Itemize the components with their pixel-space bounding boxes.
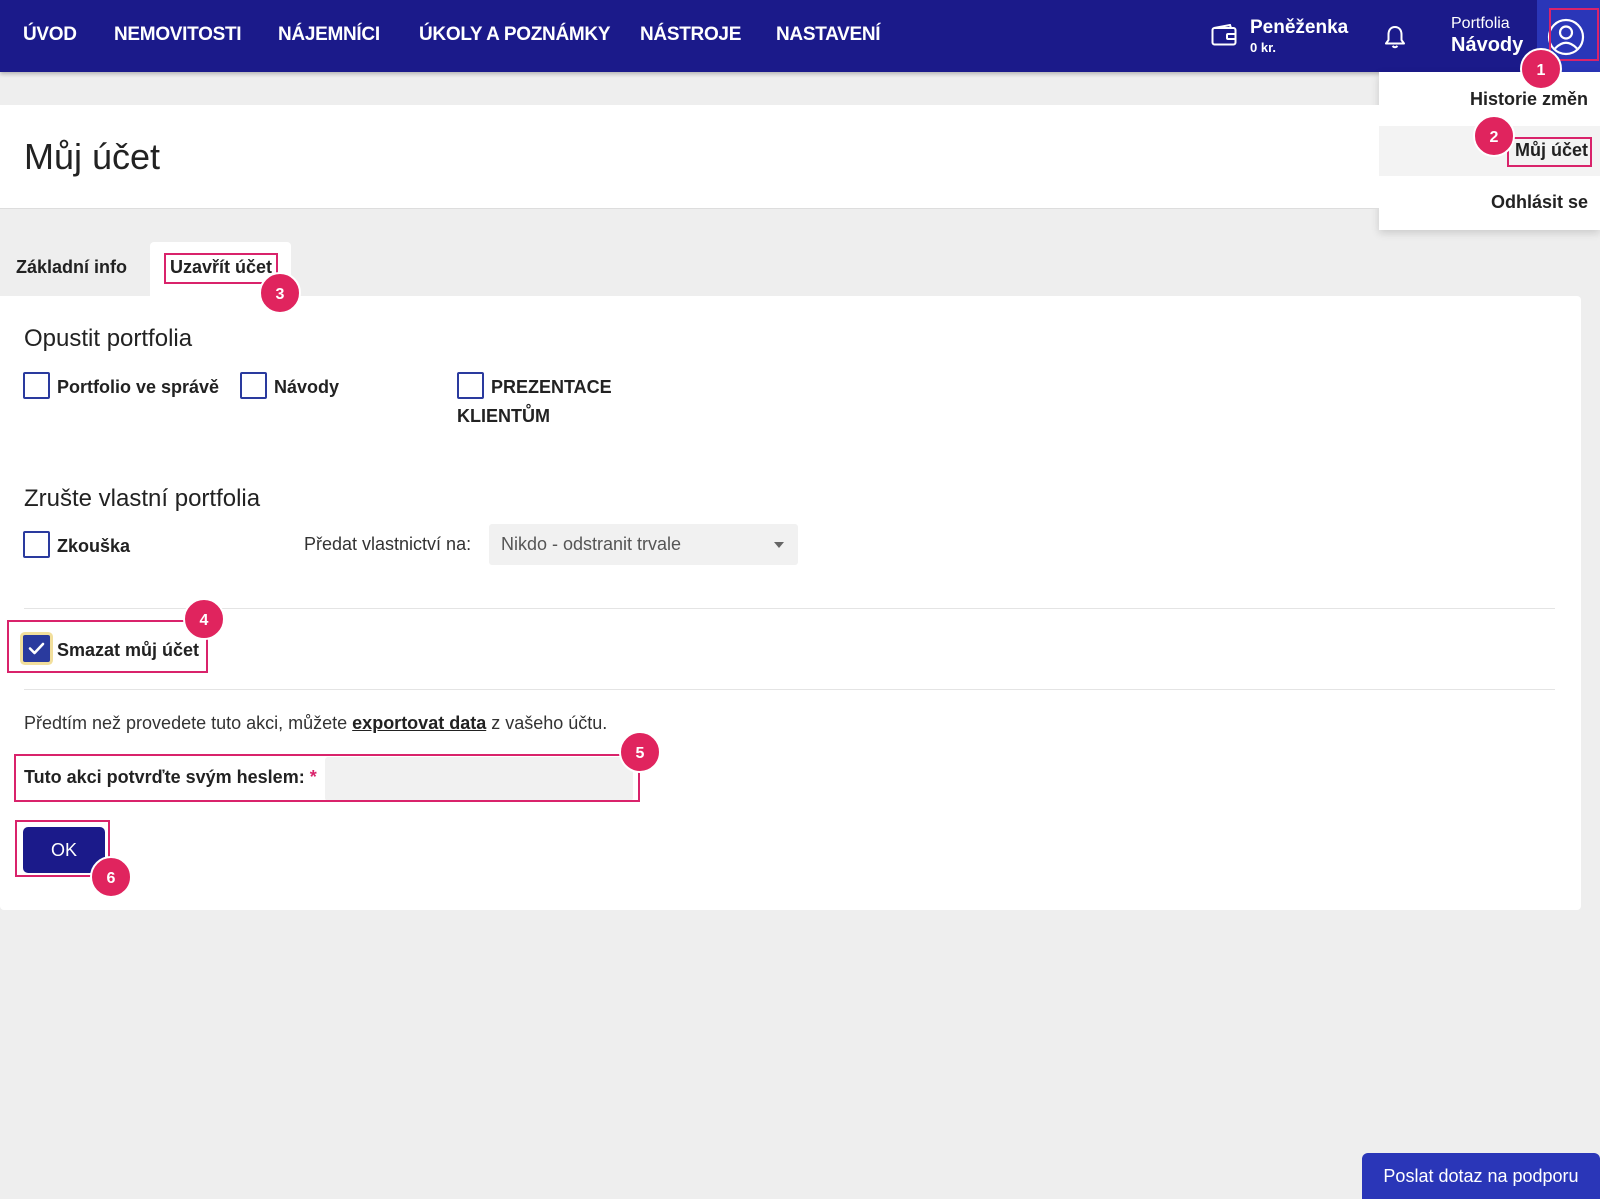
wallet-amount: 0 kr. [1250,40,1277,55]
divider [24,608,1555,609]
nav-item-uvod[interactable]: ÚVOD [23,24,77,46]
step-badge-2: 2 [1473,115,1515,157]
nav-item-nastaveni[interactable]: NASTAVENÍ [776,24,881,46]
nav-item-nastroje[interactable]: NÁSTROJE [640,24,741,46]
transfer-ownership-value: Nikdo - odstranit trvale [501,534,682,554]
checkbox-label-prezentace: PREZENTACE [491,377,612,397]
step-badge-1: 1 [1520,48,1562,90]
caret-down-icon [774,542,784,548]
wallet-label[interactable]: Peněženka [1250,17,1348,39]
checkbox-prezentace-klientum[interactable] [457,372,484,399]
step-badge-4: 4 [183,598,225,640]
portfolio-label: Portfolia [1451,15,1510,32]
highlight-delete-account [7,620,208,673]
section-title-cancel-portfolios: Zrušte vlastní portfolia [24,485,261,512]
highlight-password [14,754,640,802]
nav-item-najemnici[interactable]: NÁJEMNÍCI [278,24,380,46]
close-account-panel [0,296,1581,910]
checkbox-label-klientum: KLIENTŮM [457,406,550,426]
page-header [0,105,1379,209]
checkbox-portfolio-ve-sprave[interactable] [23,372,50,399]
menu-item-odhlasit-se[interactable]: Odhlásit se [1491,192,1588,213]
bell-icon[interactable] [1383,24,1407,50]
portfolio-selector[interactable]: Návody [1451,34,1523,57]
nav-item-nemovitosti[interactable]: NEMOVITOSTI [114,24,242,46]
step-badge-6: 6 [90,856,132,898]
export-hint-after: z vašeho účtu. [486,713,608,733]
checkbox-label-zkouska: Zkouška [57,536,131,556]
transfer-ownership-label: Předat vlastnictví na: [304,534,472,554]
highlight-tab-uzavrit-ucet [164,253,278,284]
export-hint-text: Předtím než provedete tuto akci, můžete … [24,713,607,734]
page-title: Můj účet [24,136,161,177]
nav-item-ukoly-a-poznamky[interactable]: ÚKOLY A POZNÁMKY [419,24,611,46]
step-badge-3: 3 [259,272,301,314]
support-question-button[interactable]: Poslat dotaz na podporu [1362,1153,1600,1199]
menu-item-historie-zmen[interactable]: Historie změn [1470,89,1588,110]
export-hint-before: Předtím než provedete tuto akci, můžete [24,713,353,733]
checkbox-label-portfolio-ve-sprave: Portfolio ve správě [57,377,220,397]
step-badge-5: 5 [619,731,661,773]
transfer-ownership-select[interactable]: Nikdo - odstranit trvale [489,524,798,565]
divider [24,689,1555,690]
export-data-link[interactable]: exportovat data [352,713,486,733]
top-navigation-bar: ÚVOD NEMOVITOSTI NÁJEMNÍCI ÚKOLY A POZNÁ… [0,0,1600,72]
checkbox-zkouska[interactable] [23,531,50,558]
highlight-muj-ucet [1507,137,1592,167]
tab-zakladni-info[interactable]: Základní info [16,257,127,278]
checkbox-navody[interactable] [240,372,267,399]
checkbox-label-navody: Návody [274,377,340,397]
highlight-user-button [1549,8,1599,61]
wallet-icon[interactable] [1211,24,1237,46]
section-title-leave-portfolios: Opustit portfolia [24,325,193,352]
